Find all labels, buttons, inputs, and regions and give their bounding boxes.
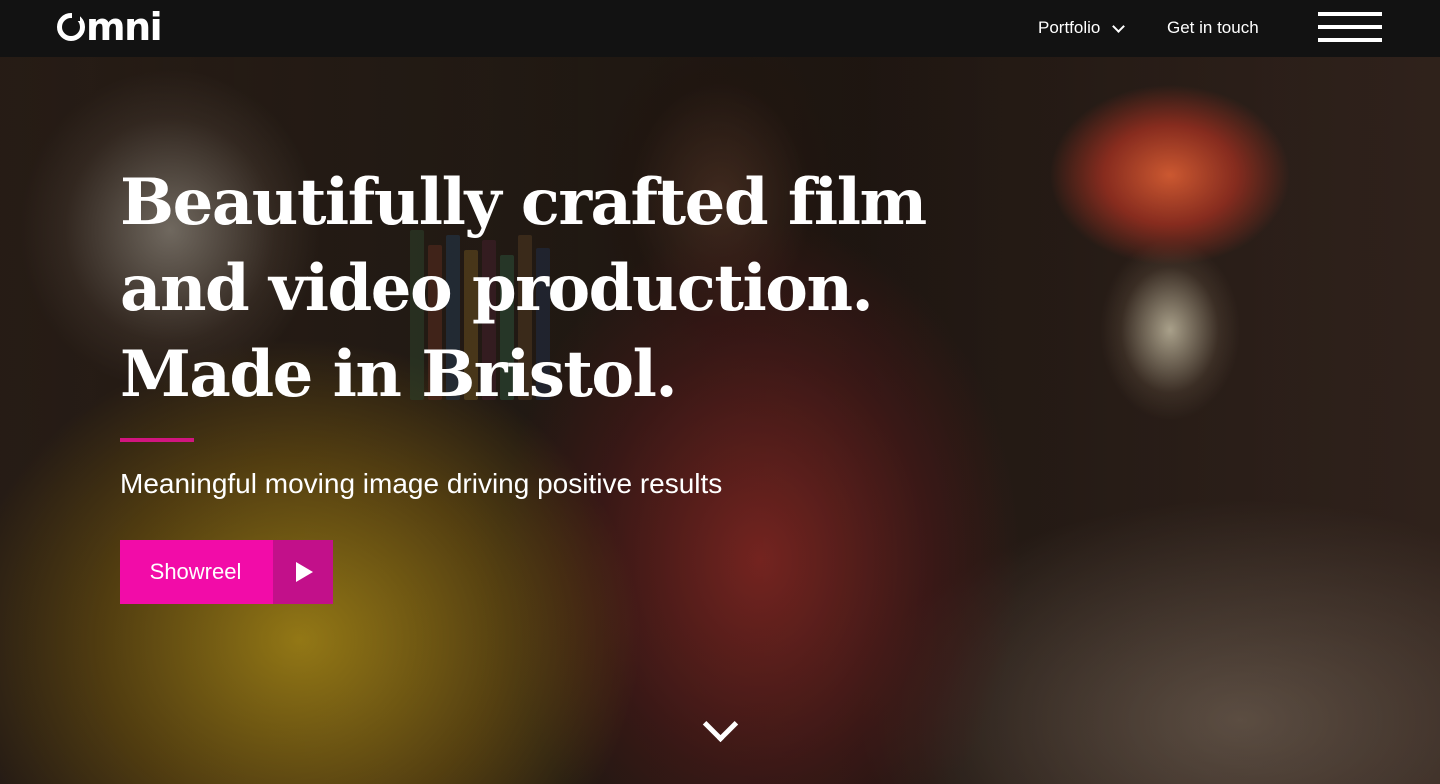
nav-portfolio-label: Portfolio	[1038, 18, 1101, 37]
play-icon	[296, 562, 313, 582]
accent-divider	[120, 438, 194, 442]
hero-headline: Beautifully crafted film and video produ…	[120, 165, 927, 412]
top-navigation-bar: mni Portfolio Get in touch	[0, 0, 1440, 57]
nav-portfolio-dropdown[interactable]: Portfolio	[1038, 18, 1126, 38]
showreel-label: Showreel	[120, 540, 273, 604]
hero-subheadline: Meaningful moving image driving positive…	[120, 468, 723, 499]
logo-text: mni	[86, 5, 163, 49]
play-button[interactable]	[273, 540, 333, 604]
hamburger-line	[1318, 38, 1382, 42]
showreel-button[interactable]: Showreel	[120, 540, 333, 604]
nav-get-in-touch-link[interactable]: Get in touch	[1167, 18, 1259, 38]
scroll-down-chevron-icon[interactable]	[700, 712, 740, 744]
hamburger-line	[1318, 12, 1382, 16]
hamburger-icon[interactable]	[1318, 12, 1382, 42]
omni-logo[interactable]: mni	[57, 5, 163, 49]
logo-o-mark	[57, 11, 85, 41]
chevron-down-icon	[1112, 19, 1126, 33]
hamburger-line	[1318, 25, 1382, 29]
